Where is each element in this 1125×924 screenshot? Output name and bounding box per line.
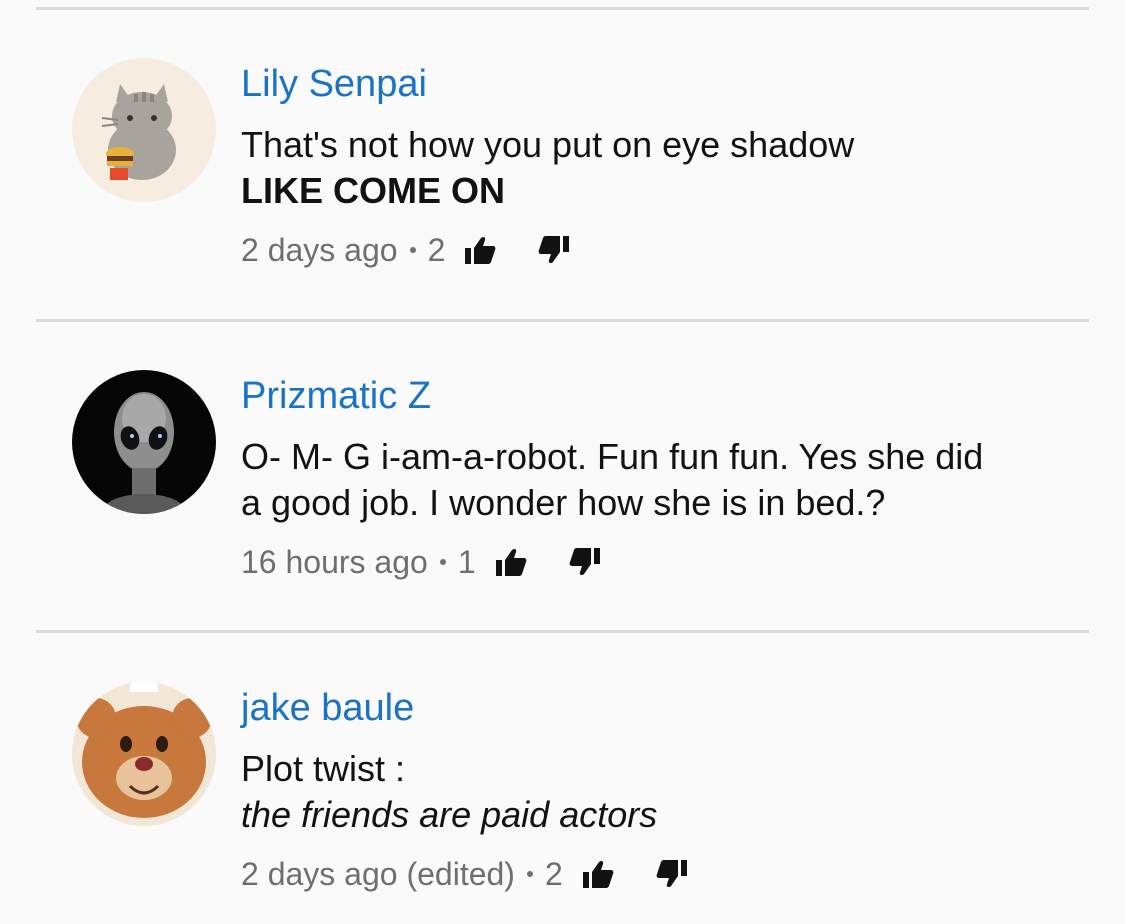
comment-meta: 2 days ago 2 — [241, 228, 575, 272]
pusheen-cat-avatar[interactable] — [72, 58, 216, 202]
comment-author[interactable]: Lily Senpai — [241, 62, 427, 106]
separator-dot — [526, 871, 533, 877]
comment-item: Prizmatic Z O- M- G i-am-a-robot. Fun fu… — [0, 312, 1125, 612]
comment-meta: 16 hours ago 1 — [241, 540, 606, 584]
comment-timestamp: 2 days ago (edited) — [241, 855, 515, 892]
comment-text-line: the friends are paid actors — [241, 794, 658, 835]
comment-item: Lily Senpai That's not how you put on ey… — [0, 0, 1125, 300]
comment-text-line: O- M- G i-am-a-robot. Fun fun fun. Yes s… — [241, 436, 984, 477]
comment-item: jake baule Plot twist : the friends are … — [0, 624, 1125, 924]
comment-text-line: That's not how you put on eye shadow — [241, 124, 855, 165]
separator-dot — [439, 559, 446, 565]
thumbs-down-icon[interactable] — [566, 542, 606, 582]
comment-meta: 2 days ago (edited) 2 — [241, 852, 693, 896]
thumbs-up-icon[interactable] — [459, 230, 499, 270]
comment-text-line: LIKE COME ON — [241, 170, 506, 211]
comment-text-line: a good job. I wonder how she is in bed.? — [241, 482, 886, 523]
comment-text-line: Plot twist : — [241, 748, 406, 789]
thumbs-down-icon[interactable] — [653, 854, 693, 894]
like-count: 2 — [427, 231, 446, 268]
thumbs-up-icon[interactable] — [490, 542, 530, 582]
comment-timestamp: 16 hours ago — [241, 543, 428, 580]
like-count: 1 — [457, 543, 476, 580]
thumbs-up-icon[interactable] — [577, 854, 617, 894]
alien-avatar[interactable] — [72, 370, 216, 514]
like-count: 2 — [544, 855, 563, 892]
thumbs-down-icon[interactable] — [535, 230, 575, 270]
separator-dot — [409, 247, 416, 253]
comment-author[interactable]: jake baule — [241, 686, 414, 730]
comment-timestamp: 2 days ago — [241, 231, 398, 268]
cartoon-bear-avatar[interactable] — [72, 682, 216, 826]
comment-author[interactable]: Prizmatic Z — [241, 374, 431, 418]
